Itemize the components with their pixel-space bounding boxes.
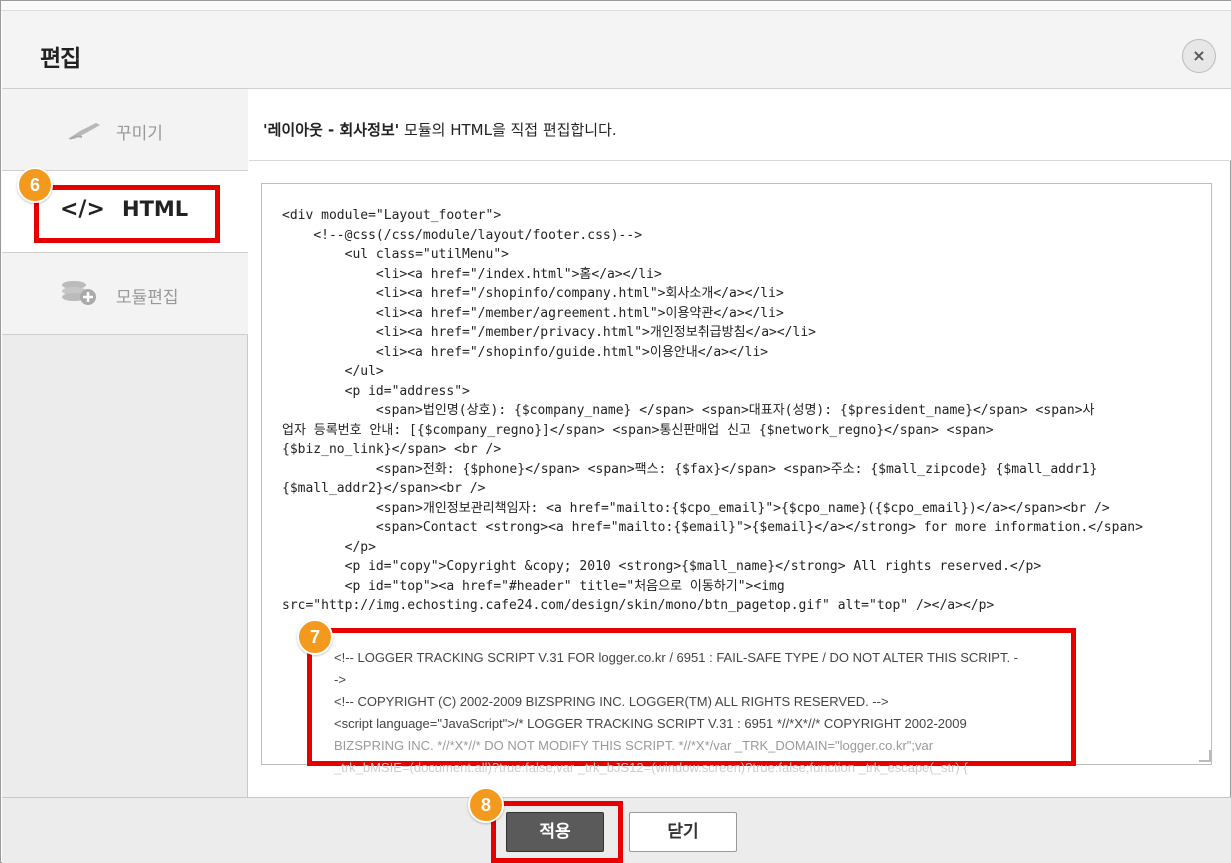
edit-dialog: 편집 × 꾸미기 </> HTML 모듈편집 '레이아웃 - 회사정보' 모듈의… <box>0 0 1231 863</box>
code-text: <div module="Layout_footer"> <!--@css(/c… <box>282 206 1202 616</box>
script-line: <!-- LOGGER TRACKING SCRIPT V.31 FOR log… <box>334 650 1019 665</box>
code-line: <span>Contact <strong><a href="mailto:{$… <box>282 520 1143 535</box>
step-badge-8: 8 <box>468 787 504 823</box>
description-text: 모듈의 HTML을 직접 편집합니다. <box>399 121 617 139</box>
code-line: </ul> <box>282 364 384 379</box>
highlight-apply-button <box>491 801 623 863</box>
code-line: src="http://img.echosting.cafe24.com/des… <box>282 598 995 613</box>
content-header: '레이아웃 - 회사정보' 모듈의 HTML을 직접 편집합니다. <box>249 89 1231 161</box>
code-line: {$mall_addr2}</span><br /> <box>282 481 486 496</box>
module-description: '레이아웃 - 회사정보' 모듈의 HTML을 직접 편집합니다. <box>263 119 617 140</box>
highlight-script-region: <!-- LOGGER TRACKING SCRIPT V.31 FOR log… <box>307 628 1076 775</box>
close-icon[interactable]: × <box>1182 39 1216 73</box>
dialog-header: 편집 × <box>2 11 1231 89</box>
code-line: <ul class="utilMenu"> <box>282 247 509 262</box>
code-line: <p id="copy">Copyright &copy; 2010 <stro… <box>282 559 1042 574</box>
script-line: _trk_bMSIE=(document.all)?true:false;var… <box>334 760 968 775</box>
code-line: <p id="top"><a href="#header" title="처음으… <box>282 578 785 594</box>
code-line: <li><a href="/member/agreement.html">이용약… <box>282 305 784 321</box>
script-text: <!-- LOGGER TRACKING SCRIPT V.31 FOR log… <box>334 647 1064 779</box>
top-strip <box>1 1 1231 11</box>
highlight-html-tab <box>34 185 220 243</box>
script-line: BIZSPRING INC. *//*X*//* DO NOT MODIFY T… <box>334 738 934 753</box>
code-line: <p id="address"> <box>282 383 470 399</box>
sidebar-item-decorate[interactable]: 꾸미기 <box>2 89 248 171</box>
resize-handle[interactable] <box>1199 750 1211 762</box>
sidebar-item-module-edit[interactable]: 모듈편집 <box>2 253 248 335</box>
sidebar-item-label: 모듈편집 <box>116 288 179 308</box>
code-line: <li><a href="/shopinfo/company.html">회사소… <box>282 286 784 301</box>
close-button[interactable]: 닫기 <box>629 812 737 852</box>
code-line: <li><a href="/member/privacy.html">개인정보취… <box>282 325 816 340</box>
module-name: '레이아웃 - 회사정보' <box>263 121 400 139</box>
dialog-title: 편집 <box>40 46 81 72</box>
script-line: <script language="JavaScript">/* LOGGER … <box>334 716 967 731</box>
sidebar-item-label: 꾸미기 <box>116 124 163 144</box>
code-line: <li><a href="/index.html">홈</a></li> <box>282 266 662 282</box>
brush-icon <box>66 119 104 141</box>
code-line: <div module="Layout_footer"> <box>282 208 502 223</box>
module-edit-icon <box>60 277 98 305</box>
code-line: <span>전화: {$phone}</span> <span>팩스: {$fa… <box>282 461 1098 477</box>
script-line: -> <box>334 672 346 687</box>
step-badge-6: 6 <box>17 167 53 203</box>
step-badge-7: 7 <box>297 619 333 655</box>
script-line: <!-- COPYRIGHT (C) 2002-2009 BIZSPRING I… <box>334 694 889 709</box>
code-line: <!--@css(/css/module/layout/footer.css)-… <box>282 227 643 243</box>
code-line: <span>법인명(상호): {$company_name} </span> <… <box>282 403 1095 418</box>
code-line: <span>개인정보관리책임자: <a href="mailto:{$cpo_e… <box>282 500 1110 516</box>
code-line: </p> <box>282 539 376 555</box>
code-line: <li><a href="/shopinfo/guide.html">이용안내<… <box>282 344 769 360</box>
code-line: 업자 등록번호 안내: [{$company_regno}]</span> <s… <box>282 422 994 438</box>
code-line: {$biz_no_link}</span> <br /> <box>282 442 502 457</box>
